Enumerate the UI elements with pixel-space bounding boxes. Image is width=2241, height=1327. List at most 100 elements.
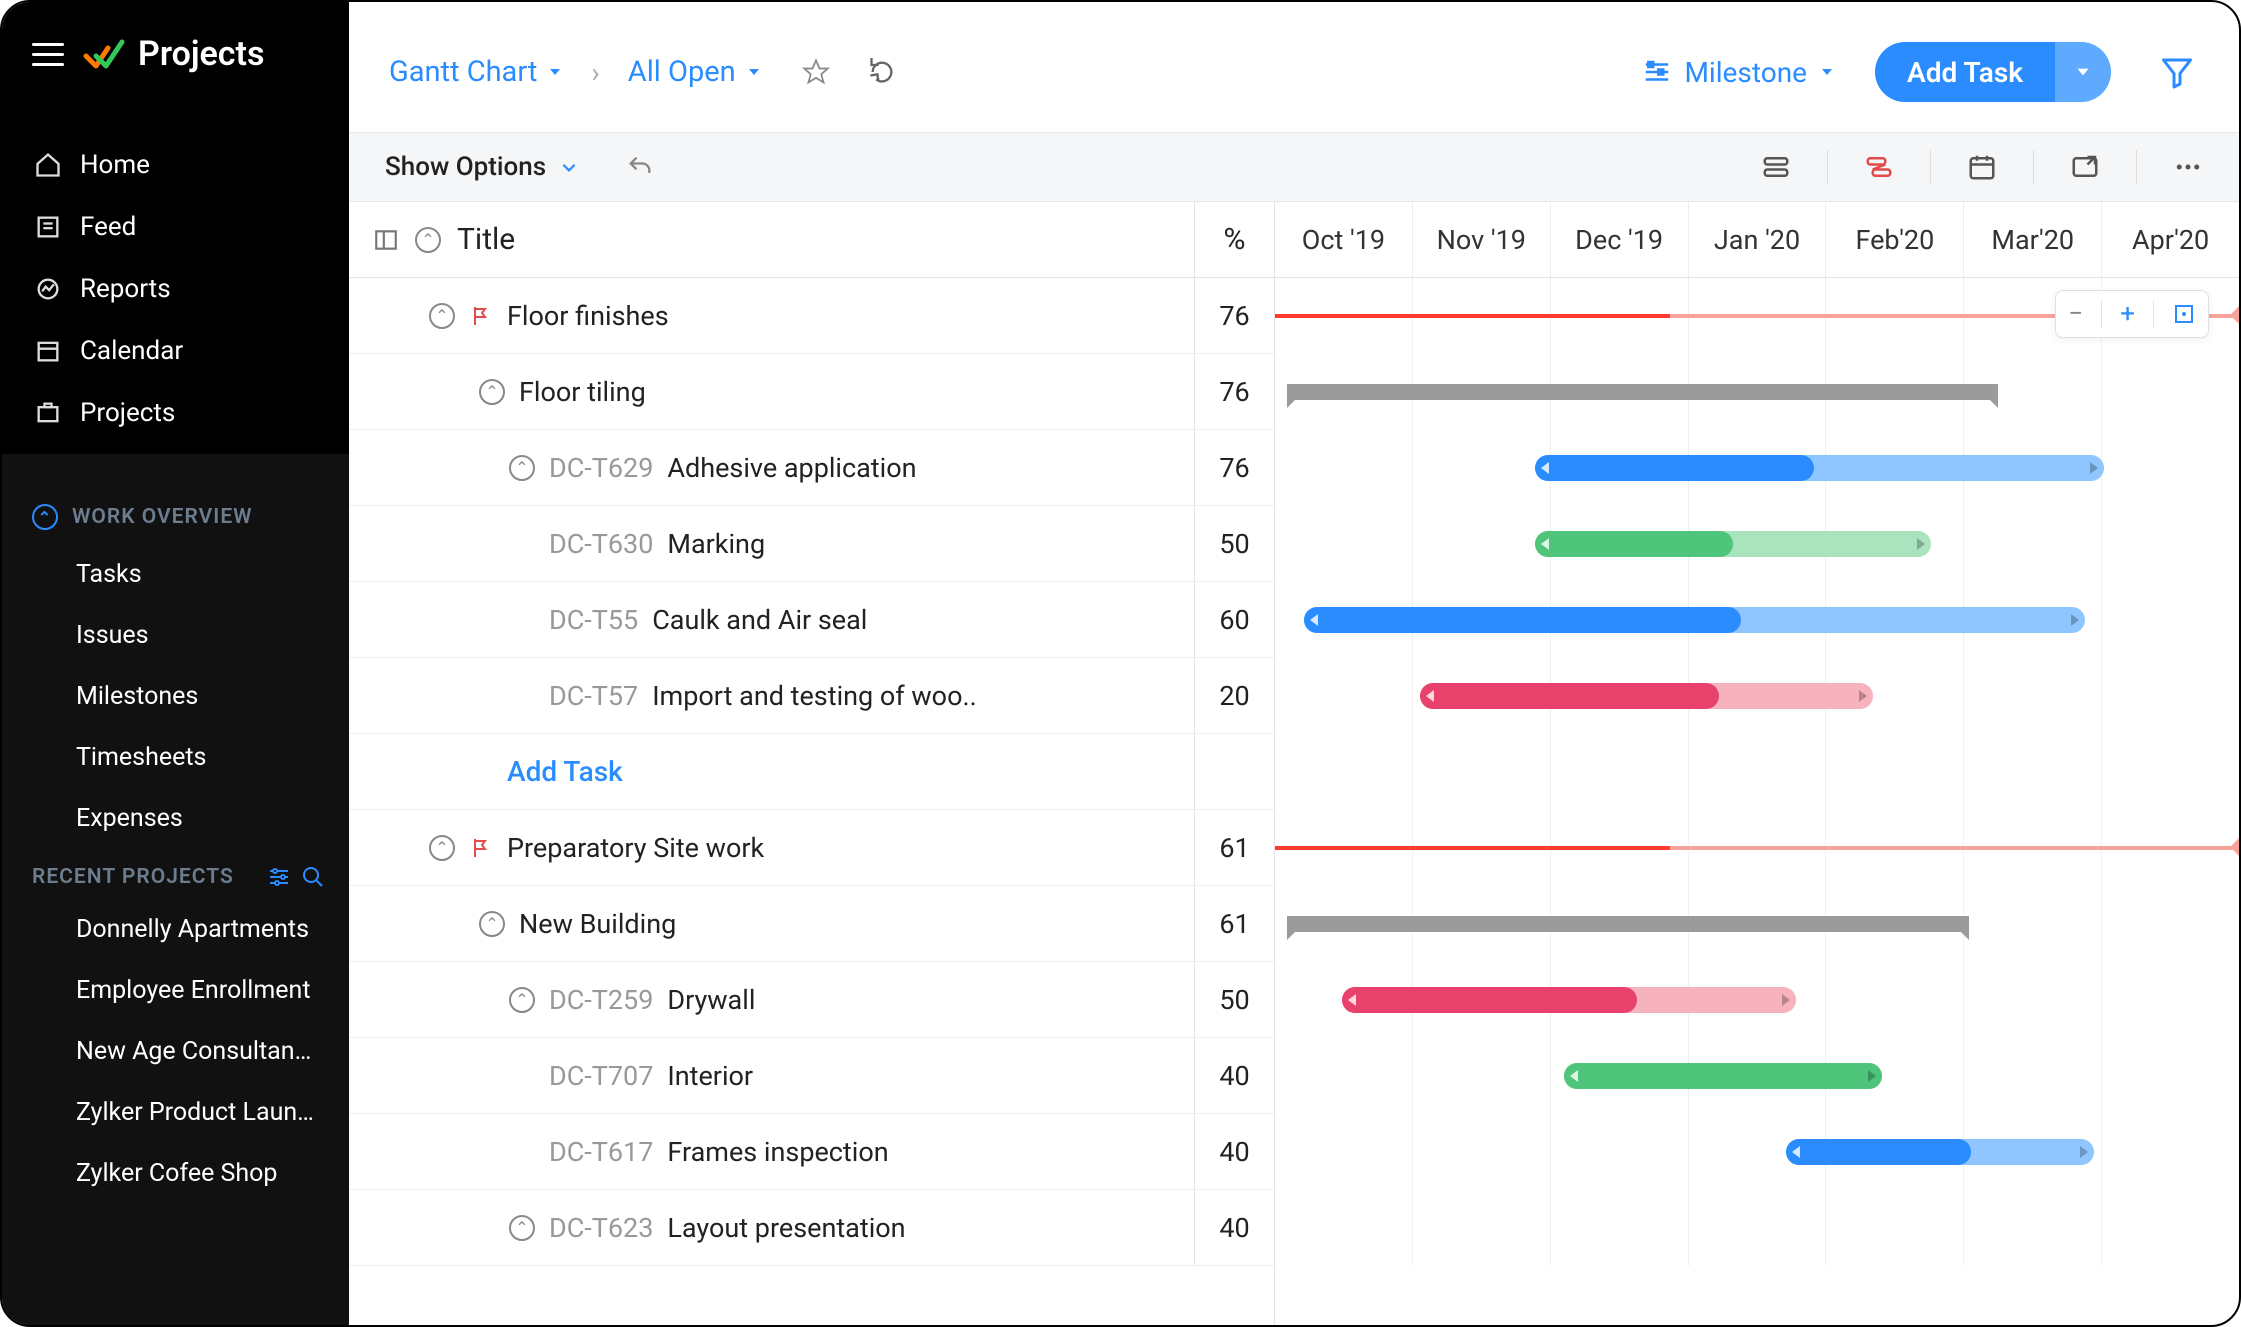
fullscreen-icon[interactable]: [2070, 152, 2100, 182]
task-bar[interactable]: [1786, 1139, 2094, 1165]
filter-icon[interactable]: [2155, 50, 2199, 94]
critical-path-icon[interactable]: [1864, 152, 1894, 182]
gantt-row: [1275, 430, 2239, 506]
filter-selector[interactable]: All Open: [628, 55, 762, 89]
milestone-bar[interactable]: [1275, 846, 2239, 850]
search-icon[interactable]: [301, 865, 325, 889]
task-row[interactable]: ⌃DC-T629 Adhesive application76: [349, 430, 1274, 506]
collapse-icon[interactable]: ⌃: [509, 1215, 535, 1241]
undo-icon[interactable]: [626, 153, 654, 181]
summary-bar[interactable]: [1287, 916, 1970, 932]
task-row[interactable]: Add Task: [349, 734, 1274, 810]
collapse-icon[interactable]: ⌃: [479, 911, 505, 937]
task-percent: 61: [1194, 886, 1274, 961]
show-options[interactable]: Show Options: [385, 152, 578, 182]
star-icon[interactable]: [802, 58, 830, 86]
today-icon[interactable]: [1967, 152, 1997, 182]
sidebar-item-projects[interactable]: Projects: [2, 382, 349, 444]
add-task-dropdown[interactable]: [2055, 42, 2111, 102]
filter-label: All Open: [628, 55, 736, 89]
collapse-icon[interactable]: ⌃: [479, 379, 505, 405]
task-percent: 76: [1194, 278, 1274, 353]
task-row[interactable]: DC-T57 Import and testing of woo..20: [349, 658, 1274, 734]
task-percent: 40: [1194, 1190, 1274, 1265]
more-icon[interactable]: [2173, 152, 2203, 182]
work-item-tasks[interactable]: Tasks: [2, 544, 349, 605]
work-item-expenses[interactable]: Expenses: [2, 788, 349, 849]
task-row[interactable]: DC-T707 Interior40: [349, 1038, 1274, 1114]
task-percent: 60: [1194, 582, 1274, 657]
task-id: DC-T617: [549, 1136, 653, 1168]
work-overview-header[interactable]: ⌃ WORK OVERVIEW: [2, 494, 349, 544]
collapse-icon: ⌃: [32, 504, 58, 530]
add-task-inline[interactable]: Add Task: [349, 755, 623, 788]
task-id: DC-T57: [549, 680, 638, 712]
options-bar: Show Options: [349, 132, 2239, 202]
collapse-all-icon[interactable]: ⌃: [415, 227, 441, 253]
task-row[interactable]: DC-T617 Frames inspection40: [349, 1114, 1274, 1190]
sidebar-item-home[interactable]: Home: [2, 134, 349, 196]
columns-icon[interactable]: [373, 227, 399, 253]
collapse-icon[interactable]: ⌃: [509, 987, 535, 1013]
task-name: Interior: [667, 1060, 753, 1092]
sidebar-item-calendar[interactable]: Calendar: [2, 320, 349, 382]
task-row[interactable]: DC-T630 Marking50: [349, 506, 1274, 582]
summary-bar[interactable]: [1287, 384, 1998, 400]
month-header: Apr'20: [2101, 202, 2239, 277]
collapse-icon[interactable]: ⌃: [429, 835, 455, 861]
zoom-control: − +: [2055, 290, 2209, 338]
work-item-timesheets[interactable]: Timesheets: [2, 727, 349, 788]
task-bar[interactable]: [1342, 987, 1795, 1013]
task-bar[interactable]: [1304, 607, 2085, 633]
recent-project[interactable]: Zylker Product Launch: [2, 1082, 349, 1143]
title-column-label: Title: [457, 222, 515, 257]
task-row[interactable]: ⌃New Building61: [349, 886, 1274, 962]
fit-icon[interactable]: [2172, 302, 2196, 326]
task-bar[interactable]: [1420, 683, 1873, 709]
recent-project[interactable]: Donnelly Apartments: [2, 899, 349, 960]
task-row[interactable]: ⌃DC-T623 Layout presentation40: [349, 1190, 1274, 1266]
task-row[interactable]: ⌃Preparatory Site work61: [349, 810, 1274, 886]
sidebar-item-label: Projects: [80, 398, 175, 428]
task-row[interactable]: ⌃Floor tiling76: [349, 354, 1274, 430]
recent-projects-header: RECENT PROJECTS: [2, 849, 349, 899]
work-overview-label: WORK OVERVIEW: [72, 505, 253, 529]
collapse-icon[interactable]: ⌃: [509, 455, 535, 481]
caret-down-icon: [1819, 64, 1835, 80]
month-header: Mar'20: [1963, 202, 2101, 277]
task-id: DC-T55: [549, 604, 638, 636]
task-percent: 50: [1194, 506, 1274, 581]
work-item-milestones[interactable]: Milestones: [2, 666, 349, 727]
recent-project[interactable]: Zylker Cofee Shop: [2, 1143, 349, 1204]
gantt-chart: Oct '19Nov '19Dec '19Jan '20Feb'20Mar'20…: [1275, 202, 2239, 1325]
work-item-issues[interactable]: Issues: [2, 605, 349, 666]
sliders-icon[interactable]: [267, 865, 291, 889]
add-task-button[interactable]: Add Task: [1875, 42, 2111, 102]
recent-project[interactable]: New Age Consultancy: [2, 1021, 349, 1082]
task-name: Floor tiling: [519, 376, 646, 408]
zoom-in-button[interactable]: +: [2120, 299, 2135, 329]
task-bar[interactable]: [1535, 531, 1930, 557]
month-header: Dec '19: [1550, 202, 1688, 277]
gantt-row: [1275, 734, 2239, 810]
task-percent: 50: [1194, 962, 1274, 1037]
task-row[interactable]: DC-T55 Caulk and Air seal60: [349, 582, 1274, 658]
task-row[interactable]: ⌃DC-T259 Drywall50: [349, 962, 1274, 1038]
refresh-icon[interactable]: [868, 58, 896, 86]
sidebar-item-feed[interactable]: Feed: [2, 196, 349, 258]
task-row[interactable]: ⌃Floor finishes76: [349, 278, 1274, 354]
group-by-selector[interactable]: Milestone: [1642, 56, 1835, 89]
sidebar-item-label: Reports: [80, 274, 171, 304]
recent-project[interactable]: Employee Enrollment: [2, 960, 349, 1021]
sidebar-item-reports[interactable]: Reports: [2, 258, 349, 320]
zoom-out-button[interactable]: −: [2068, 299, 2083, 329]
timeline-header: Oct '19Nov '19Dec '19Jan '20Feb'20Mar'20…: [1275, 202, 2239, 278]
collapse-icon[interactable]: ⌃: [429, 303, 455, 329]
task-bar[interactable]: [1564, 1063, 1882, 1089]
task-percent: [1194, 734, 1274, 809]
view-selector[interactable]: Gantt Chart: [389, 55, 563, 89]
task-bar[interactable]: [1535, 455, 2104, 481]
hamburger-icon[interactable]: [32, 43, 64, 66]
brand[interactable]: Projects: [82, 32, 264, 76]
baseline-icon[interactable]: [1761, 152, 1791, 182]
